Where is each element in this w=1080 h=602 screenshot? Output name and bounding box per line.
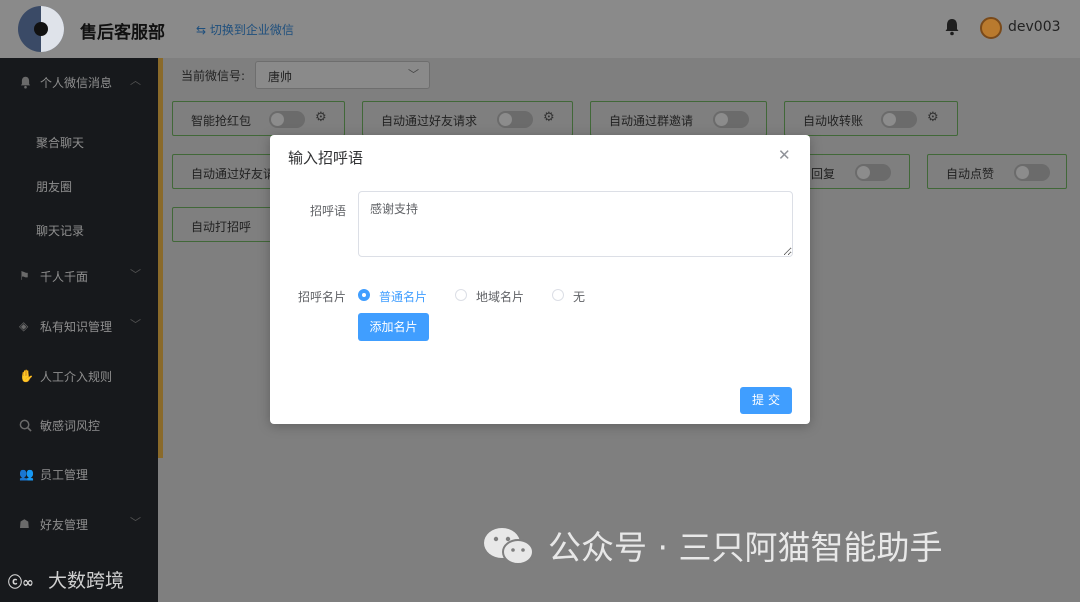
- bell-icon[interactable]: [944, 18, 960, 36]
- feature-card-auto-like: 自动点赞: [927, 154, 1067, 189]
- add-card-button[interactable]: 添加名片: [358, 313, 429, 341]
- dialog-title: 输入招呼语: [288, 149, 364, 167]
- department-title: 售后客服部: [80, 23, 165, 43]
- handshake-icon: ✋: [19, 369, 34, 383]
- radio-label: 无: [573, 290, 586, 304]
- radio-circle: [455, 289, 467, 301]
- brand-watermark-logo: ⓒ∞ 大数跨境: [8, 566, 158, 596]
- feature-card-auto-greet: 自动打招呼: [172, 207, 282, 242]
- chevron-down-icon: ﹀: [408, 68, 419, 81]
- wechat-account-label: 当前微信号:: [181, 69, 246, 83]
- feature-label: 自动打招呼: [191, 220, 252, 234]
- feature-label: 回复: [811, 167, 836, 181]
- sidebar-item-moments[interactable]: 朋友圈: [36, 178, 72, 195]
- watermark-text: 公众号 · 三只阿猫智能助手: [548, 528, 943, 567]
- gear-icon[interactable]: ⚙: [543, 110, 555, 125]
- chevron-down-icon: ﹀: [130, 318, 141, 331]
- feature-label: 智能抢红包: [191, 114, 252, 128]
- radio-label: 地域名片: [476, 290, 525, 304]
- card-type-label: 招呼名片: [298, 290, 347, 304]
- radio-label: 普通名片: [379, 290, 428, 304]
- feature-card-auto-group: 自动通过群邀请: [590, 101, 767, 136]
- sidebar-item-staff[interactable]: 👥 员工管理: [0, 454, 158, 494]
- brand-mark-icon: ⓒ∞: [8, 575, 34, 591]
- gear-icon[interactable]: ⚙: [315, 110, 327, 125]
- sidebar-item-sensitive-words[interactable]: 敏感词风控: [0, 405, 158, 445]
- search-icon: [19, 419, 33, 432]
- feature-toggle[interactable]: [497, 111, 533, 128]
- sidebar-item-label: 敏感词风控: [40, 419, 101, 433]
- sidebar-item-personal-wechat[interactable]: 个人微信消息 ︿: [0, 62, 158, 102]
- chevron-down-icon: ﹀: [130, 516, 141, 529]
- feature-label: 自动通过好友请: [191, 167, 276, 181]
- gear-icon[interactable]: ⚙: [927, 110, 939, 125]
- wechat-icon: [484, 528, 534, 565]
- company-logo: [18, 6, 64, 52]
- feature-card-auto-transfer: 自动收转账 ⚙: [784, 101, 958, 136]
- user-avatar[interactable]: [980, 17, 1002, 39]
- sidebar-item-manual-rules[interactable]: ✋ 人工介入规则: [0, 356, 158, 396]
- sidebar-item-label: 千人千面: [40, 270, 89, 284]
- feature-toggle[interactable]: [881, 111, 917, 128]
- feature-card-red-packet: 智能抢红包 ⚙: [172, 101, 345, 136]
- username[interactable]: dev003: [1008, 19, 1061, 35]
- sidebar-item-personalization[interactable]: ⚑ 千人千面 ﹀: [0, 256, 158, 296]
- sidebar-item-label: 个人微信消息: [40, 76, 113, 90]
- sidebar-item-label: 员工管理: [40, 468, 89, 482]
- feature-card-auto-friend-2: 自动通过好友请: [172, 154, 282, 189]
- bell-icon: [19, 76, 33, 89]
- feature-label: 自动通过群邀请: [609, 114, 694, 128]
- greeting-label: 招呼语: [310, 204, 347, 218]
- radio-circle: [358, 289, 370, 301]
- feature-card-auto-friend: 自动通过好友请求 ⚙: [362, 101, 573, 136]
- feature-label: 自动通过好友请求: [381, 114, 478, 128]
- flag-icon: ⚑: [19, 269, 30, 283]
- chevron-up-icon: ︿: [130, 74, 141, 87]
- feature-toggle[interactable]: [1014, 164, 1050, 181]
- feature-toggle[interactable]: [713, 111, 749, 128]
- close-icon[interactable]: ✕: [778, 146, 791, 164]
- tag-icon: ◈: [19, 319, 29, 333]
- chevron-down-icon: ﹀: [130, 268, 141, 281]
- feature-toggle[interactable]: [269, 111, 305, 128]
- top-header: 售后客服部 ⇆ 切换到企业微信 dev003: [0, 0, 1080, 58]
- group-icon: ☗: [19, 517, 30, 531]
- greeting-textarea[interactable]: 感谢支持: [358, 191, 793, 257]
- feature-label: 自动点赞: [946, 167, 995, 181]
- users-icon: 👥: [19, 467, 34, 481]
- sidebar-item-friends[interactable]: ☗ 好友管理 ﹀: [0, 504, 158, 544]
- sidebar-item-label: 私有知识管理: [40, 320, 113, 334]
- feature-toggle[interactable]: [855, 164, 891, 181]
- feature-label: 自动收转账: [803, 114, 864, 128]
- sidebar: 个人微信消息 ︿ 聚合聊天 朋友圈 聊天记录 ⚑ 千人千面 ﹀ ◈ 私有知识管理…: [0, 58, 158, 602]
- feature-card-auto-reply: 回复: [800, 154, 910, 189]
- wechat-account-value: 唐帅: [268, 70, 293, 84]
- sidebar-item-label: 人工介入规则: [40, 370, 113, 384]
- sidebar-item-aggregate-chat[interactable]: 聚合聊天: [36, 134, 84, 151]
- switch-to-wecom-link[interactable]: ⇆ 切换到企业微信: [196, 21, 294, 38]
- submit-button[interactable]: 提交: [740, 387, 792, 414]
- sidebar-item-knowledge[interactable]: ◈ 私有知识管理 ﹀: [0, 306, 158, 346]
- greeting-dialog: 输入招呼语 ✕ 招呼语 感谢支持 招呼名片 普通名片 地域名片 无 添加名片 提…: [270, 135, 810, 424]
- radio-circle: [552, 289, 564, 301]
- sidebar-item-chat-history[interactable]: 聊天记录: [36, 222, 84, 239]
- sidebar-item-label: 好友管理: [40, 518, 89, 532]
- wechat-account-select[interactable]: 唐帅 ﹀: [255, 61, 430, 89]
- brand-watermark-text: 大数跨境: [48, 570, 125, 592]
